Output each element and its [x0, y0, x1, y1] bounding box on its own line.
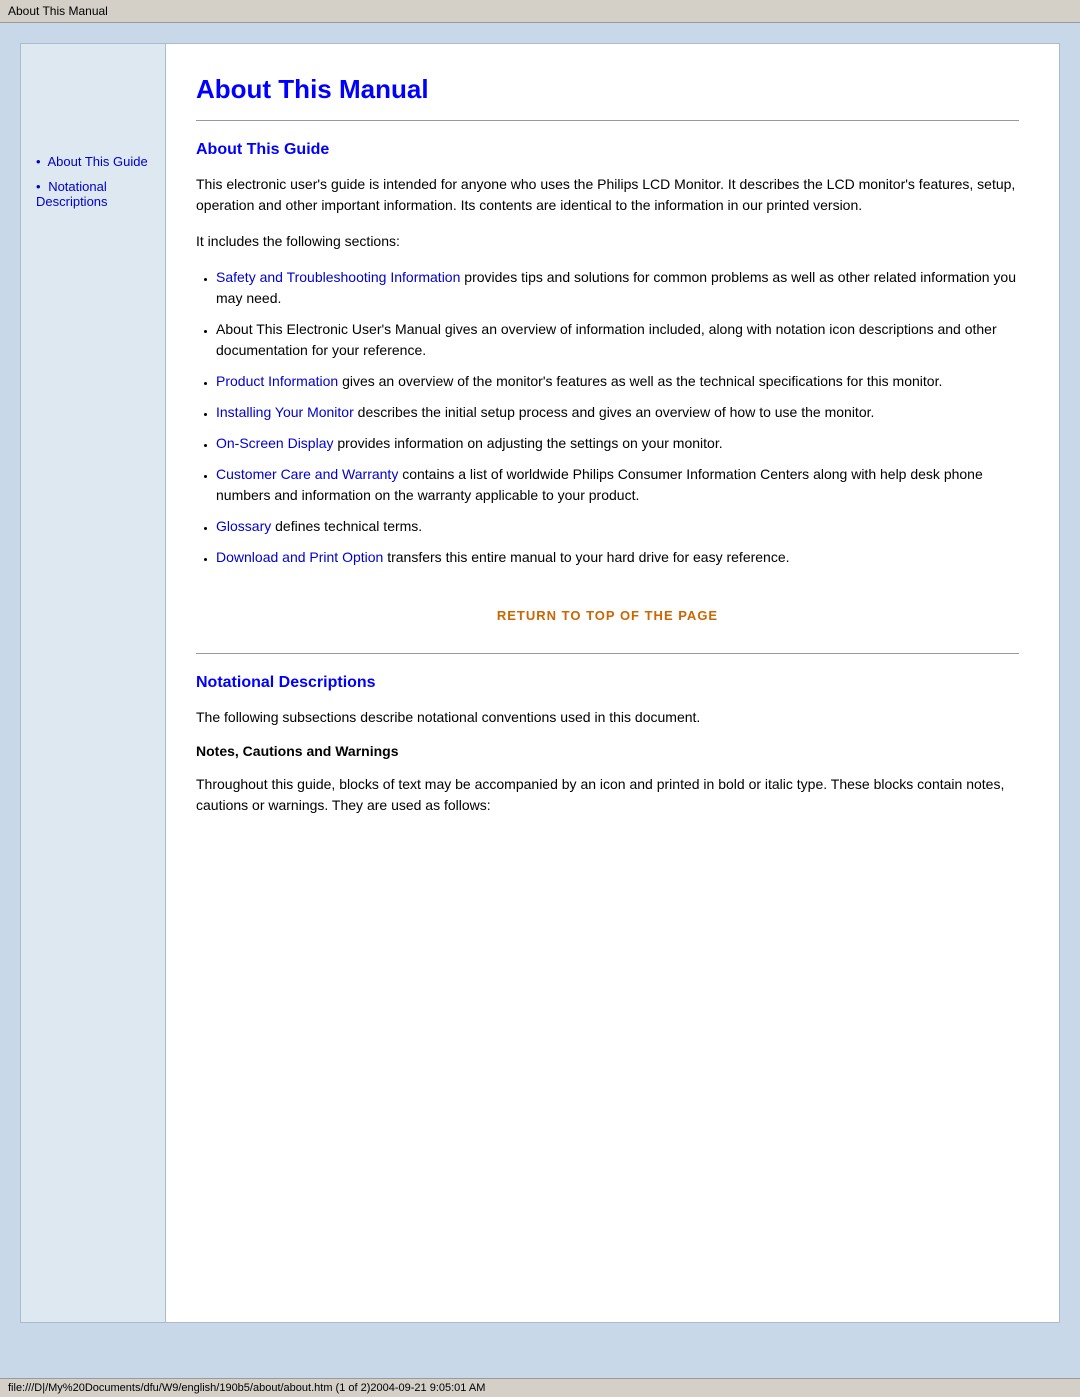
- list-item-text: defines technical terms.: [275, 518, 422, 534]
- list-item-text: transfers this entire manual to your har…: [387, 549, 789, 565]
- bullet-icon: •: [36, 154, 41, 169]
- sidebar-link-notational[interactable]: Notational Descriptions: [36, 179, 108, 209]
- link-osd[interactable]: On-Screen Display: [216, 435, 334, 451]
- return-to-top[interactable]: RETURN TO TOP OF THE PAGE: [196, 608, 1019, 623]
- list-item: Customer Care and Warranty contains a li…: [216, 464, 1019, 506]
- about-guide-intro2: It includes the following sections:: [196, 231, 1019, 252]
- list-item: On-Screen Display provides information o…: [216, 433, 1019, 454]
- divider-middle: [196, 653, 1019, 654]
- return-to-top-link[interactable]: RETURN TO TOP OF THE PAGE: [497, 608, 718, 623]
- about-guide-intro1: This electronic user's guide is intended…: [196, 174, 1019, 216]
- notational-heading: Notational Descriptions: [196, 674, 1019, 692]
- main-content: About This Manual About This Guide This …: [166, 44, 1059, 1322]
- link-glossary[interactable]: Glossary: [216, 518, 271, 534]
- notational-section: Notational Descriptions The following su…: [196, 674, 1019, 816]
- list-item-text: describes the initial setup process and …: [358, 404, 875, 420]
- sidebar-link-about-guide[interactable]: About This Guide: [47, 154, 147, 169]
- bullet-icon-2: •: [36, 179, 41, 194]
- bullet-list: Safety and Troubleshooting Information p…: [216, 267, 1019, 568]
- status-bar-text: file:///D|/My%20Documents/dfu/W9/english…: [8, 1382, 485, 1394]
- sidebar: • About This Guide • Notational Descript…: [21, 44, 166, 1322]
- list-item: About This Electronic User's Manual give…: [216, 319, 1019, 361]
- list-item-text: provides information on adjusting the se…: [337, 435, 722, 451]
- about-guide-section: About This Guide This electronic user's …: [196, 141, 1019, 623]
- notes-cautions-heading: Notes, Cautions and Warnings: [196, 743, 1019, 759]
- list-item-text: gives an overview of the monitor's featu…: [342, 373, 942, 389]
- link-download[interactable]: Download and Print Option: [216, 549, 383, 565]
- title-bar-text: About This Manual: [8, 4, 108, 18]
- link-customer-care[interactable]: Customer Care and Warranty: [216, 466, 398, 482]
- list-item: Product Information gives an overview of…: [216, 371, 1019, 392]
- list-item: Safety and Troubleshooting Information p…: [216, 267, 1019, 309]
- about-guide-heading: About This Guide: [196, 141, 1019, 159]
- content-wrapper: • About This Guide • Notational Descript…: [20, 43, 1060, 1323]
- list-item: Download and Print Option transfers this…: [216, 547, 1019, 568]
- list-item: Installing Your Monitor describes the in…: [216, 402, 1019, 423]
- sidebar-item-about-guide[interactable]: • About This Guide: [36, 154, 155, 169]
- notes-cautions-text: Throughout this guide, blocks of text ma…: [196, 774, 1019, 816]
- notational-intro: The following subsections describe notat…: [196, 707, 1019, 728]
- sidebar-item-notational[interactable]: • Notational Descriptions: [36, 179, 155, 209]
- page-title: About This Manual: [196, 74, 1019, 105]
- list-item: Glossary defines technical terms.: [216, 516, 1019, 537]
- list-item-text: About This Electronic User's Manual give…: [216, 321, 997, 358]
- title-bar: About This Manual: [0, 0, 1080, 23]
- link-installing[interactable]: Installing Your Monitor: [216, 404, 354, 420]
- divider-top: [196, 120, 1019, 121]
- link-safety[interactable]: Safety and Troubleshooting Information: [216, 269, 460, 285]
- main-container: • About This Guide • Notational Descript…: [0, 23, 1080, 1373]
- status-bar: file:///D|/My%20Documents/dfu/W9/english…: [0, 1378, 1080, 1397]
- link-product-info[interactable]: Product Information: [216, 373, 338, 389]
